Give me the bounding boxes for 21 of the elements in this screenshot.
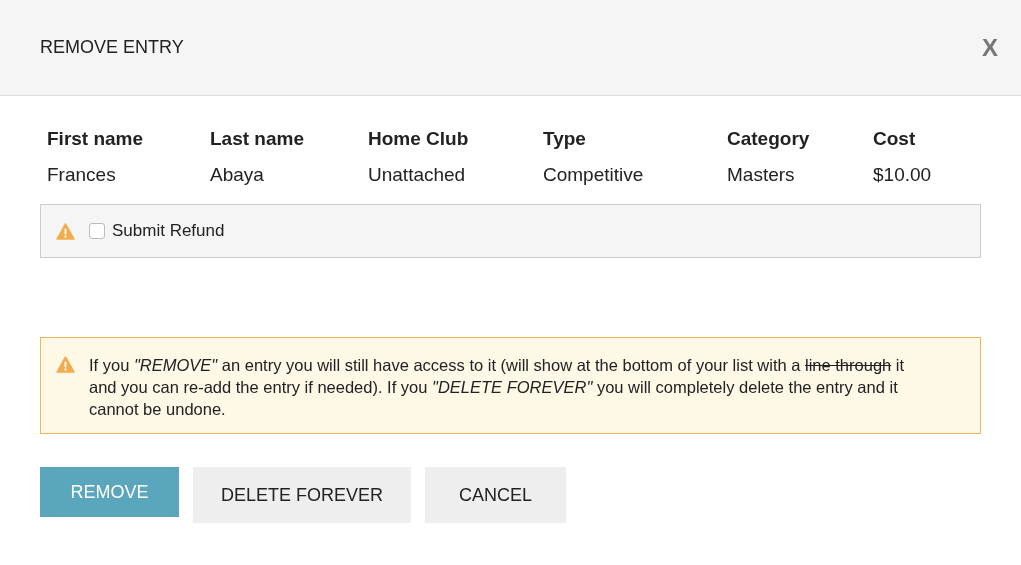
table-cell-text: Frances xyxy=(47,164,117,186)
warning-text: If you "REMOVE" an entry you will still have access to it (will show at the bottom of your list with a line through it and you can re-add the entry if needed). If you "DELETE FOREVER" you will completely delete the entry and it cannot be undone. xyxy=(89,355,906,420)
warning-icon xyxy=(56,222,75,240)
warning-icon xyxy=(56,356,75,373)
action-button[interactable]: CANCEL xyxy=(425,467,567,523)
dialog-title: REMOVE ENTRY xyxy=(40,37,184,58)
column-header: Type xyxy=(543,128,587,150)
column-header: Last name xyxy=(210,128,305,150)
column-header: Category xyxy=(727,128,811,150)
checkbox-label: Submit Refund xyxy=(112,221,225,241)
column-header: First name xyxy=(47,128,145,150)
refund-checkbox[interactable] xyxy=(89,223,105,239)
action-button[interactable]: DELETE FOREVER xyxy=(193,467,412,523)
close-button[interactable]: X xyxy=(978,33,1002,62)
table-cell-text: Abaya xyxy=(210,164,265,186)
table-cell-text: Unattached xyxy=(368,164,467,186)
table-cell-text: Masters xyxy=(727,164,796,186)
column-header: Cost xyxy=(873,128,917,150)
table-cell-text: Competitive xyxy=(543,164,645,186)
table-cell-text: $10.00 xyxy=(873,164,933,186)
column-header: Home Club xyxy=(368,128,470,150)
